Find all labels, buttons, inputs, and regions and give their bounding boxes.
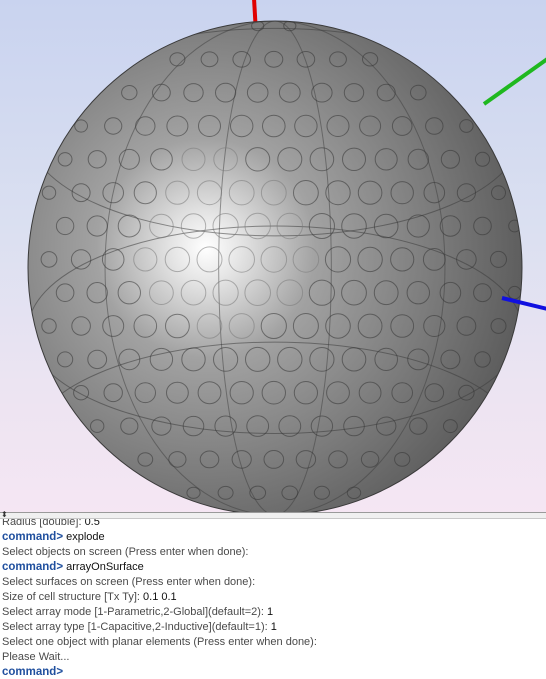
console-output-text: Select one object with planar elements (… <box>2 636 317 648</box>
resize-grip-icon[interactable]: ⬍ <box>1 511 8 519</box>
console-command-text: explode <box>66 531 105 543</box>
console-line: Please Wait... <box>2 650 69 665</box>
console-line: Select objects on screen (Press enter wh… <box>2 545 248 560</box>
console-output-text: Select objects on screen (Press enter wh… <box>2 546 249 558</box>
console-line: command> arrayOnSurface <box>2 560 144 575</box>
console-line: Radius [double]: 0.5 <box>2 519 100 530</box>
console-line: command> explode <box>2 530 105 545</box>
command-prompt: command> <box>2 666 64 678</box>
console-command-text: arrayOnSurface <box>66 561 144 573</box>
console-line: Select surfaces on screen (Press enter w… <box>2 575 255 590</box>
panel-splitter[interactable]: ⬍ <box>0 511 546 519</box>
sphere-scene[interactable] <box>0 0 546 512</box>
console-line: Select one object with planar elements (… <box>2 635 317 650</box>
console-output-text: Select surfaces on screen (Press enter w… <box>2 576 256 588</box>
command-console[interactable]: Radius [double]: 0.5 command> explode Se… <box>0 519 546 679</box>
console-input-line[interactable]: command> <box>2 665 63 679</box>
sphere <box>28 21 522 512</box>
console-output-text: Radius [double]: <box>2 519 82 528</box>
console-line: Select array mode [1-Parametric,2-Global… <box>2 605 273 620</box>
console-output-value: 0.5 <box>84 519 100 528</box>
console-output-text: Select array mode [1-Parametric,2-Global… <box>2 606 264 618</box>
command-prompt: command> <box>2 531 64 543</box>
3d-viewport[interactable] <box>0 0 546 512</box>
console-output-text: Select array type [1-Capacitive,2-Induct… <box>2 621 268 633</box>
console-output-text: Size of cell structure [Tx Ty]: <box>2 591 140 603</box>
console-output-text: Please Wait... <box>2 651 70 663</box>
console-output-value: 0.1 0.1 <box>143 591 177 603</box>
console-output-value: 1 <box>267 606 274 618</box>
console-output-value: 1 <box>270 621 277 633</box>
command-prompt: command> <box>2 561 64 573</box>
console-line: Select array type [1-Capacitive,2-Induct… <box>2 620 277 635</box>
console-line: Size of cell structure [Tx Ty]: 0.1 0.1 <box>2 590 177 605</box>
y-axis-line <box>482 57 546 106</box>
